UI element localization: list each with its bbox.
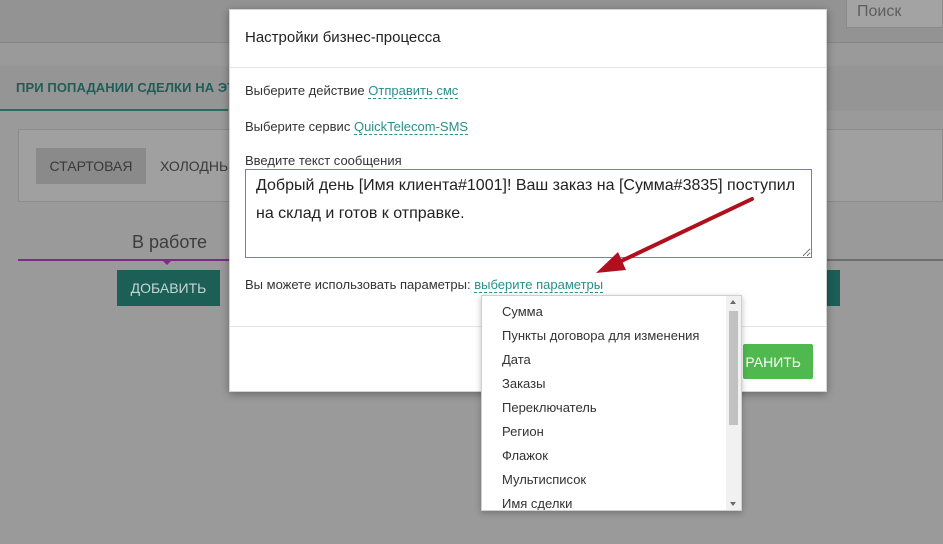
dropdown-option[interactable]: Имя сделки [502, 496, 572, 510]
save-button[interactable]: РАНИТЬ [743, 344, 813, 379]
column-underline-next [812, 259, 943, 261]
dropdown-option[interactable]: Сумма [502, 304, 543, 319]
tab-pipeline-trigger[interactable]: ПРИ ПОПАДАНИИ СДЕЛКИ НА ЭТА [16, 80, 244, 95]
dropdown-option[interactable]: Заказы [502, 376, 545, 391]
params-select-link[interactable]: выберите параметры [474, 277, 604, 293]
params-label: Вы можете использовать параметры: [245, 277, 471, 292]
service-label: Выберите сервис [245, 119, 351, 134]
stage-cold-button[interactable]: ХОЛОДНЫ [160, 148, 231, 184]
dropdown-scrollbar[interactable] [726, 296, 741, 510]
stage-start-button[interactable]: СТАРТОВАЯ [36, 148, 146, 184]
add-button[interactable]: ДОБАВИТЬ [117, 270, 220, 306]
column-marker [161, 259, 173, 265]
service-select-link[interactable]: QuickTelecom-SMS [353, 119, 469, 135]
action-row: Выберите действие Отправить смс [245, 83, 459, 99]
dropdown-option[interactable]: Регион [502, 424, 544, 439]
modal-header-divider [230, 67, 826, 68]
dropdown-option[interactable]: Мультисписок [502, 472, 586, 487]
action-select-link[interactable]: Отправить смс [368, 83, 459, 99]
message-textarea[interactable]: Добрый день [Имя клиента#1001]! Ваш зака… [245, 169, 812, 258]
dropdown-option[interactable]: Дата [502, 352, 531, 367]
dropdown-option[interactable]: Флажок [502, 448, 548, 463]
parameters-dropdown[interactable]: Сумма Пункты договора для изменения Дата… [481, 295, 742, 511]
column-title: В работе [132, 232, 208, 252]
modal-title: Настройки бизнес-процесса [245, 29, 441, 46]
dropdown-option[interactable]: Переключатель [502, 400, 597, 415]
triangle-up-icon[interactable] [730, 300, 736, 304]
dropdown-option[interactable]: Пункты договора для изменения [502, 328, 699, 343]
params-row: Вы можете использовать параметры: выбери… [245, 277, 604, 293]
scrollbar-thumb[interactable] [729, 311, 738, 425]
active-tab-underline [0, 109, 228, 111]
triangle-down-icon[interactable] [730, 502, 736, 506]
column-underline [18, 259, 230, 261]
service-row: Выберите сервис QuickTelecom-SMS [245, 119, 469, 135]
action-label: Выберите действие [245, 83, 365, 98]
message-label: Введите текст сообщения [245, 153, 402, 168]
search-input[interactable]: Поиск [846, 0, 943, 28]
